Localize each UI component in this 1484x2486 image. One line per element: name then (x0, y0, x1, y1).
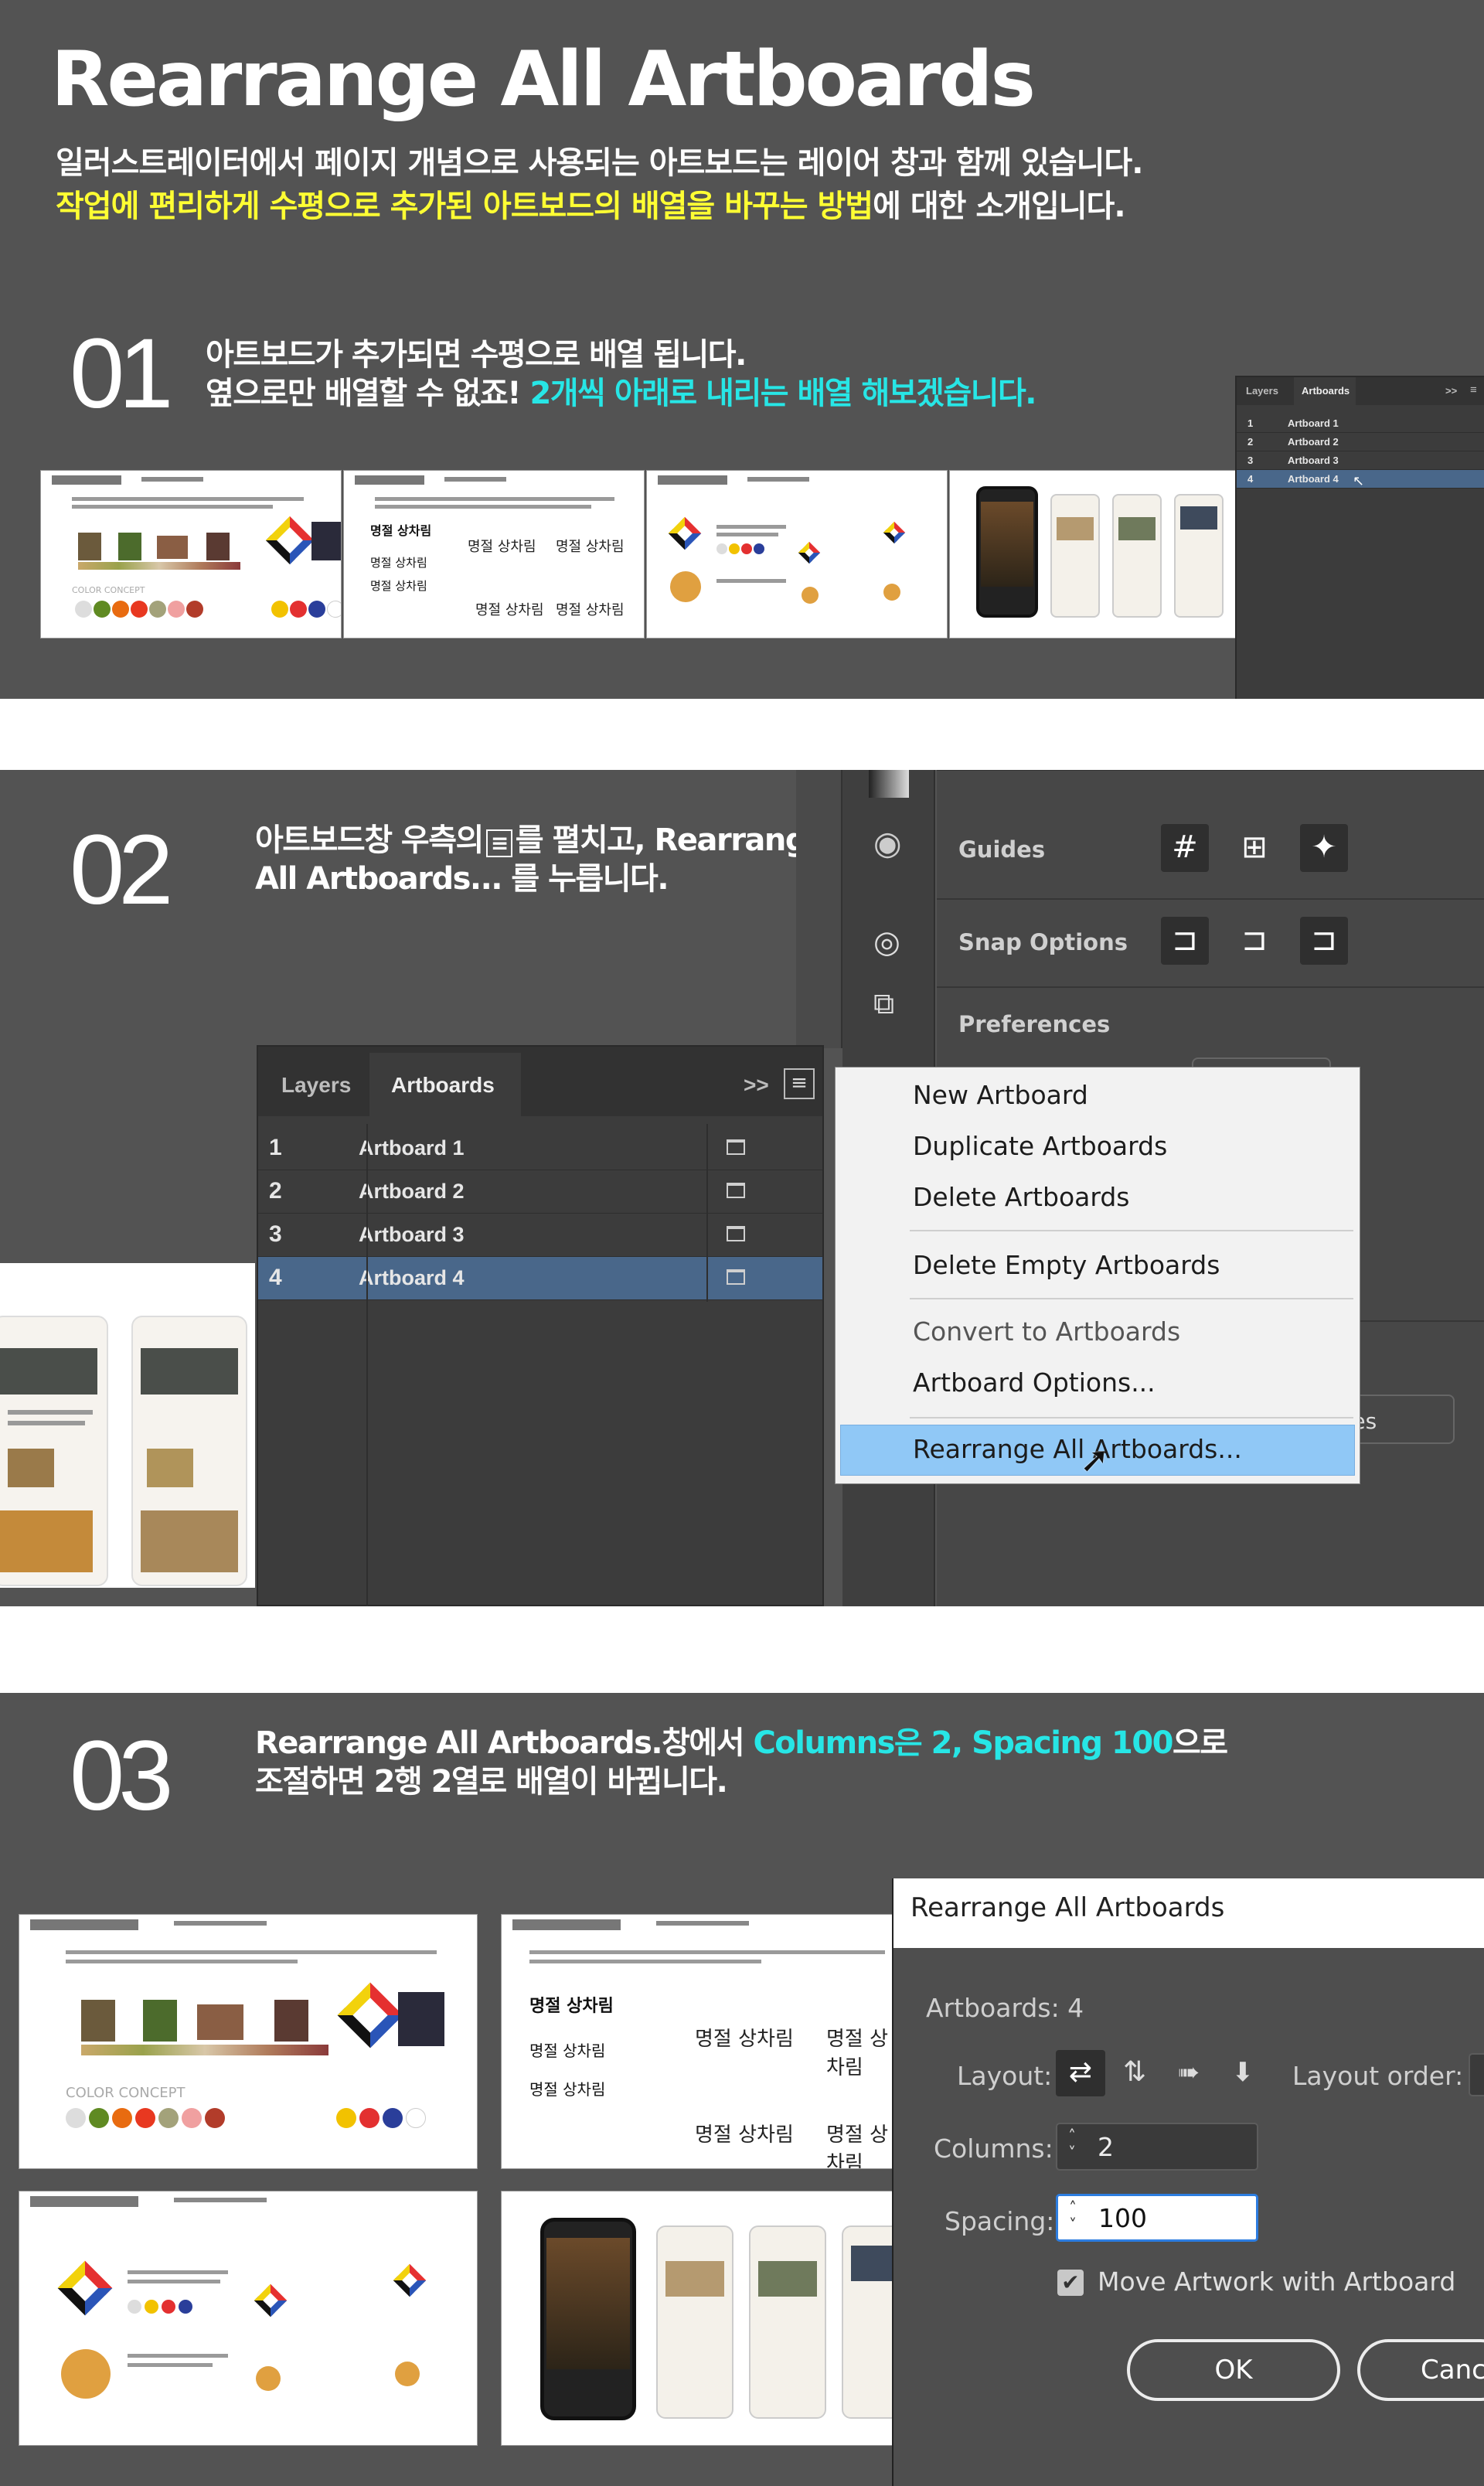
step2-section: 02 아트보드창 우측의 ≡ 를 펼치고, Rearrange All Artboa… (0, 770, 1484, 1606)
snap-grid-icon[interactable]: ✦ (1300, 824, 1348, 872)
columns-stepper-icon[interactable]: ˄ ˅ (1062, 2127, 1082, 2161)
arrange-by-row-icon[interactable]: ➠ (1164, 2050, 1213, 2096)
artboard-preview (0, 1263, 255, 1588)
intro-line-2: 작업에 편리하게 수평으로 추가된 아트보드의 배열을 바꾸는 방법에 대한 소… (56, 181, 1126, 226)
toolbar-edge (796, 770, 842, 1048)
step2-line1: 아트보드창 우측의 ≡ 를 펼치고, Rearrange (255, 822, 827, 858)
dialog-title: Rearrange All Artboards (893, 1878, 1484, 1948)
header-section: Rearrange All Artboards 일러스트레이터에서 페이지 개념… (0, 0, 1484, 699)
arranged-artboard-3 (19, 2191, 478, 2446)
artboard-thumb-3 (646, 470, 948, 639)
move-artwork-label: Move Artwork with Artboard (1098, 2266, 1456, 2297)
step-number-02: 02 (70, 815, 173, 925)
tab-artboards[interactable]: Artboards (1302, 385, 1350, 397)
artboard-row[interactable]: 3 Artboard 3 (1237, 451, 1484, 470)
menu-item-new-artboard[interactable]: New Artboard (913, 1080, 1088, 1110)
artboard-options-icon[interactable] (727, 1226, 745, 1241)
artboard-thumb-4 (949, 470, 1237, 639)
intro-highlight: 작업에 편리하게 수평으로 추가된 아트보드의 배열을 바꾸는 방법 (56, 189, 873, 224)
step2-line2: All Artboards... 를 누릅니다. (255, 861, 669, 897)
step-number-03: 03 (70, 1721, 173, 1831)
artboards-panel: Layers Artboards >> ≡ 1 Artboard 1 2 Art… (257, 1045, 824, 1606)
blend-icon[interactable]: ◉ (873, 824, 902, 862)
collapse-icon[interactable]: >> (1445, 385, 1457, 397)
menu-item-delete-empty-artboards[interactable]: Delete Empty Artboards (913, 1250, 1220, 1280)
layout-label: Layout: (957, 2061, 1053, 2091)
panel-menu-icon[interactable]: ≡ (784, 1068, 815, 1099)
thumb-tag (52, 475, 121, 485)
artboards-panel-small: Layers Artboards >> ≡ 1 Artboard 1 2 Artbo… (1235, 376, 1484, 699)
menu-item-convert-to-artboards: Convert to Artboards (913, 1316, 1181, 1347)
step1-line2: 옆으로만 배열할 수 없죠! 2개씩 아래로 내리는 배열 해보겠습니다. (206, 374, 1036, 413)
intro-line-1: 일러스트레이터에서 페이지 개념으로 사용되는 아트보드는 레이어 창과 함께 … (56, 145, 1143, 181)
arranged-artboard-4 (501, 2191, 903, 2446)
snap-options-label: Snap Options (958, 929, 1128, 955)
step3-section: 03 Rearrange All Artboards.창에서 Columns은 … (0, 1693, 1484, 2486)
tab-layers[interactable]: Layers (1246, 385, 1278, 397)
snap-pixel-icon[interactable]: ⊐ (1230, 917, 1278, 965)
artboard-row[interactable]: 2 Artboard 2 (1237, 433, 1484, 451)
menu-item-rearrange-all-artboards[interactable]: Rearrange All Artboards... (913, 1434, 1242, 1464)
artboards-flyout-menu: New Artboard Duplicate Artboards Delete … (835, 1067, 1360, 1484)
collapse-icon[interactable]: >> (744, 1073, 769, 1098)
artboard-thumb-2: 명절 상차림 명절 상차림 명절 상차림 명절 상차림 명절 상차림 명절 상차… (343, 470, 645, 639)
arranged-artboard-1: COLOR CONCEPT (19, 1914, 478, 2169)
step-number-01: 01 (70, 318, 173, 429)
artboard-options-icon[interactable] (727, 1269, 745, 1285)
page-title: Rearrange All Artboards (51, 36, 1036, 124)
grid-lock-icon[interactable]: ⊞ (1230, 824, 1278, 872)
cursor-icon: ➚ (1080, 1439, 1110, 1480)
step3-line2: 조절하면 2행 2열로 배열이 바뀝니다. (255, 1764, 728, 1800)
artboard-row[interactable]: 1 Artboard 1 (258, 1127, 822, 1170)
step3-description: Rearrange All Artboards.창에서 Columns은 2, … (255, 1724, 1228, 1801)
preferences-label: Preferences (958, 1011, 1111, 1037)
ok-button[interactable]: OK (1127, 2339, 1340, 2401)
spacing-input[interactable]: ˄ ˅ 100 (1056, 2194, 1258, 2242)
columns-label: Columns: (934, 2134, 1053, 2164)
step1-line1: 아트보드가 추가되면 수평으로 배열 됩니다. (206, 337, 747, 373)
tab-artboards[interactable]: Artboards (391, 1073, 495, 1098)
menu-item-artboard-options[interactable]: Artboard Options... (913, 1367, 1156, 1398)
menu-icon-inline: ≡ (485, 829, 512, 857)
menu-item-duplicate-artboards[interactable]: Duplicate Artboards (913, 1131, 1167, 1161)
intro-rest: 에 대한 소개입니다. (873, 189, 1125, 224)
layout-order-button[interactable] (1469, 2053, 1484, 2096)
step2-description: 아트보드창 우측의 ≡ 를 펼치고, Rearrange All Artboards… (255, 821, 827, 898)
cancel-button[interactable]: Canc (1357, 2339, 1484, 2401)
guides-grid-icon[interactable]: # (1161, 824, 1209, 872)
step3-line1: Rearrange All Artboards.창에서 Columns은 2, … (255, 1725, 1228, 1761)
step1-line2-highlight: 2개씩 아래로 내리는 배열 해보겠습니다. (520, 376, 1036, 411)
guides-label: Guides (958, 836, 1046, 863)
snap-glyph-icon[interactable]: ⊐ (1300, 917, 1348, 965)
move-artwork-checkbox[interactable]: ✔ (1057, 2270, 1084, 2296)
artboard-row[interactable]: 1 Artboard 1 (1237, 414, 1484, 433)
artboard-options-icon[interactable] (727, 1139, 745, 1155)
arranged-artboard-2: 명절 상차림 명절 상차림 명절 상차림 명절 상차림 명절 상차림 명절 상차… (501, 1914, 903, 2169)
artboard-row[interactable]: 2 Artboard 2 (258, 1170, 822, 1214)
step3-highlight: Columns은 2, Spacing 100 (753, 1725, 1173, 1761)
spacing-label: Spacing: (945, 2206, 1055, 2236)
spacing-stepper-icon[interactable]: ˄ ˅ (1063, 2199, 1083, 2233)
rearrange-dialog: Rearrange All Artboards Artboards: 4 Lay… (892, 1878, 1484, 2486)
panel-menu-icon[interactable]: ≡ (1470, 383, 1477, 397)
grid-by-row-icon[interactable]: ⇄ (1056, 2050, 1105, 2096)
artboard-row[interactable]: 3 Artboard 3 (258, 1214, 822, 1257)
artboard-thumb-1: COLOR CONCEPT (40, 470, 342, 639)
cursor-icon: ↖ (1353, 473, 1365, 489)
layout-order-label: Layout order: (1292, 2061, 1464, 2091)
artboard-options-icon[interactable] (727, 1183, 745, 1198)
columns-input[interactable]: ˄ ˅ 2 (1056, 2123, 1258, 2171)
artboards-count: Artboards: 4 (926, 1993, 1084, 2023)
menu-item-delete-artboards[interactable]: Delete Artboards (913, 1182, 1129, 1212)
symbol-icon[interactable]: ◎ (873, 925, 900, 960)
grid-by-column-icon[interactable]: ⇅ (1110, 2050, 1159, 2096)
arrange-by-column-icon[interactable]: ⬇ (1218, 2050, 1268, 2096)
artboard-tool-icon[interactable]: ⧉ (873, 986, 894, 1021)
color-concept-label: COLOR CONCEPT (72, 585, 145, 595)
artboard-row-selected[interactable]: 4 Artboard 4 (258, 1257, 822, 1300)
tab-layers[interactable]: Layers (281, 1073, 351, 1098)
snap-point-icon[interactable]: ⊐ (1161, 917, 1209, 965)
step1-description: 아트보드가 추가되면 수평으로 배열 됩니다. 옆으로만 배열할 수 없죠! 2… (206, 335, 1036, 413)
step1-line2-plain: 옆으로만 배열할 수 없죠! (206, 376, 522, 411)
